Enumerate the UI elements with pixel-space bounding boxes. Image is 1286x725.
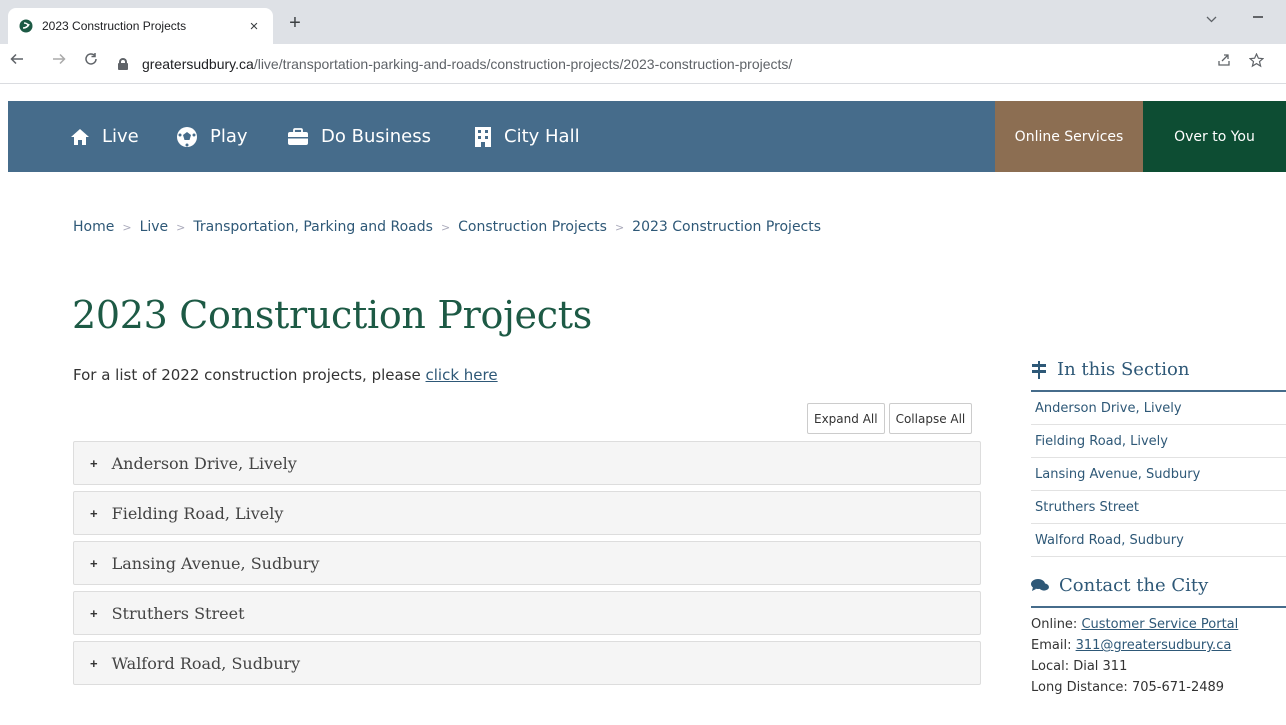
- in-this-section-heading: In this Section: [1031, 355, 1286, 392]
- plus-icon: +: [90, 555, 98, 571]
- back-icon[interactable]: [6, 52, 28, 71]
- section-link-fielding-road[interactable]: Fielding Road, Lively: [1031, 425, 1286, 458]
- section-link-anderson-drive[interactable]: Anderson Drive, Lively: [1031, 392, 1286, 425]
- building-icon: [474, 126, 492, 148]
- nav-item-label: Live: [102, 126, 139, 147]
- soccer-ball-icon: [176, 126, 198, 148]
- intro-text: For a list of 2022 construction projects…: [73, 366, 498, 384]
- browser-tab-bar: 2023 Construction Projects × +: [0, 0, 1286, 44]
- nav-item-play[interactable]: Play: [176, 101, 248, 172]
- accordion-item-label: Struthers Street: [111, 603, 245, 623]
- breadcrumb-separator: >: [122, 220, 132, 234]
- section-links: Anderson Drive, Lively Fielding Road, Li…: [1031, 392, 1286, 557]
- accordion-item-struthers-street[interactable]: + Struthers Street: [73, 591, 981, 635]
- url-field[interactable]: greatersudbury.ca/live/transportation-pa…: [118, 49, 1265, 79]
- share-icon[interactable]: [1217, 53, 1231, 72]
- breadcrumb-separator: >: [176, 220, 186, 234]
- home-icon: [70, 128, 90, 146]
- nav-item-live[interactable]: Live: [70, 101, 139, 172]
- accordion-item-fielding-road[interactable]: + Fielding Road, Lively: [73, 491, 981, 535]
- nav-item-label: City Hall: [504, 126, 580, 147]
- plus-icon: +: [90, 505, 98, 521]
- plus-icon: +: [90, 655, 98, 671]
- url-text: greatersudbury.ca/live/transportation-pa…: [142, 56, 793, 72]
- contact-email: Email: 311@greatersudbury.ca: [1031, 638, 1232, 653]
- breadcrumb-live[interactable]: Live: [140, 219, 169, 235]
- briefcase-icon: [287, 127, 309, 146]
- collapse-all-button[interactable]: Collapse All: [888, 403, 973, 434]
- breadcrumb-construction-projects[interactable]: Construction Projects: [458, 219, 607, 235]
- expand-all-button[interactable]: Expand All: [807, 403, 885, 434]
- nav-item-label: Play: [210, 126, 248, 147]
- section-link-lansing-avenue[interactable]: Lansing Avenue, Sudbury: [1031, 458, 1286, 491]
- click-here-link[interactable]: click here: [426, 366, 498, 384]
- email-link[interactable]: 311@greatersudbury.ca: [1076, 638, 1232, 653]
- site-favicon-icon: [18, 18, 34, 34]
- breadcrumb-current: 2023 Construction Projects: [632, 219, 822, 235]
- bookmark-star-icon[interactable]: [1248, 52, 1265, 72]
- accordion-item-lansing-avenue[interactable]: + Lansing Avenue, Sudbury: [73, 541, 981, 585]
- browser-tab[interactable]: 2023 Construction Projects ×: [8, 8, 273, 44]
- accordion-item-label: Lansing Avenue, Sudbury: [111, 553, 320, 573]
- projects-accordion: + Anderson Drive, Lively + Fielding Road…: [73, 441, 981, 691]
- accordion-item-label: Anderson Drive, Lively: [111, 453, 297, 473]
- plus-icon: +: [90, 605, 98, 621]
- new-tab-button[interactable]: +: [283, 12, 307, 35]
- plus-icon: +: [90, 455, 98, 471]
- over-to-you-button[interactable]: Over to You: [1143, 101, 1286, 172]
- breadcrumb-separator: >: [440, 220, 451, 234]
- nav-item-label: Do Business: [321, 126, 431, 147]
- accordion-item-label: Walford Road, Sudbury: [111, 653, 301, 673]
- section-link-struthers-street[interactable]: Struthers Street: [1031, 491, 1286, 524]
- nav-item-do-business[interactable]: Do Business: [287, 101, 431, 172]
- online-services-button[interactable]: Online Services: [995, 101, 1143, 172]
- signpost-icon: [1031, 360, 1047, 379]
- section-link-walford-road[interactable]: Walford Road, Sudbury: [1031, 524, 1286, 557]
- contact-the-city-heading: Contact the City: [1031, 571, 1286, 608]
- breadcrumb-home[interactable]: Home: [73, 219, 114, 235]
- contact-block: Contact the City Online: Customer Servic…: [1031, 571, 1286, 698]
- accordion-item-label: Fielding Road, Lively: [111, 503, 284, 523]
- address-bar: greatersudbury.ca/live/transportation-pa…: [0, 44, 1286, 84]
- tab-search-chevron-icon[interactable]: [1206, 14, 1217, 26]
- lock-icon[interactable]: [118, 58, 128, 70]
- page-title: 2023 Construction Projects: [72, 293, 592, 337]
- site-main-nav: Live Play Do Business City Hall Online S…: [8, 101, 1286, 172]
- forward-icon[interactable]: [48, 52, 70, 71]
- breadcrumb: Home > Live > Transportation, Parking an…: [73, 219, 821, 235]
- customer-service-portal-link[interactable]: Customer Service Portal: [1081, 617, 1238, 632]
- tab-title: 2023 Construction Projects: [42, 19, 187, 33]
- contact-online: Online: Customer Service Portal: [1031, 617, 1239, 632]
- tab-close-icon[interactable]: ×: [245, 18, 263, 35]
- chat-bubbles-icon: [1031, 578, 1049, 593]
- reload-icon[interactable]: [80, 52, 102, 71]
- window-minimize-icon[interactable]: [1252, 8, 1264, 29]
- accordion-controls: Expand All Collapse All: [807, 403, 973, 434]
- accordion-item-anderson-drive[interactable]: + Anderson Drive, Lively: [73, 441, 981, 485]
- breadcrumb-transportation[interactable]: Transportation, Parking and Roads: [193, 219, 433, 235]
- nav-item-city-hall[interactable]: City Hall: [474, 101, 580, 172]
- accordion-item-walford-road[interactable]: + Walford Road, Sudbury: [73, 641, 981, 685]
- sidebar: In this Section Anderson Drive, Lively F…: [1031, 355, 1286, 698]
- contact-long-distance: Long Distance: 705-671-2489: [1031, 680, 1225, 695]
- breadcrumb-separator: >: [614, 220, 625, 234]
- contact-local: Local: Dial 311: [1031, 659, 1128, 674]
- contact-details: Online: Customer Service Portal Email: 3…: [1031, 608, 1286, 698]
